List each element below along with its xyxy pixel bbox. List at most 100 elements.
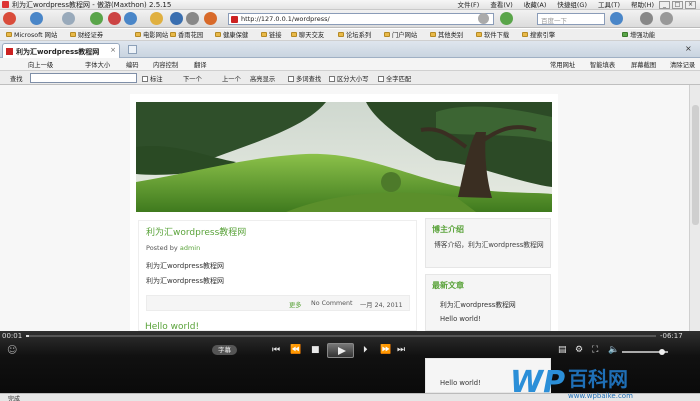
tool-encoding[interactable]: 编码 [126,60,139,69]
maximize-button[interactable]: □ [672,1,683,9]
sidebar-recent-widget: 最新文章 利为汇wordpress教程网 Hello world! [425,274,551,331]
maxthon-logo-icon[interactable] [3,12,16,25]
app-icon [2,1,9,8]
address-url: http://127.0.0.1/wordpress/ [241,15,330,23]
subtitle-button[interactable]: 字幕 [212,345,237,355]
status-text: 完成 [8,396,21,401]
bookmark-item[interactable]: 财经证券 [70,30,103,39]
skip-forward-icon[interactable]: ⏭ [397,345,405,355]
volume-icon[interactable]: 🔈 [608,345,619,355]
tool-autofill[interactable]: 智能填表 [590,60,615,69]
address-bar[interactable]: http://127.0.0.1/wordpress/ [228,13,494,25]
comments-link[interactable]: No Comment [311,300,352,307]
checkbox-icon [288,76,294,82]
back-icon[interactable] [30,12,43,25]
page-icon[interactable] [186,12,199,25]
menu-favorites[interactable]: 收藏(A) [524,0,547,10]
bookmark-item[interactable]: 搜索引擎 [522,30,555,39]
tool-screenshot[interactable]: 屏幕截图 [631,60,656,69]
tool-up-level[interactable]: 向上一级 [28,60,53,69]
find-prev-button[interactable]: 上一个 [222,74,241,83]
post-card-2: Hello world! [138,322,417,331]
bookmark-item[interactable]: 软件下载 [476,30,509,39]
menu-help[interactable]: 帮助(H) [631,0,654,10]
bookmark-item[interactable]: Microsoft 网站 [6,30,57,39]
bookmark-item[interactable]: 电影网站 [135,30,168,39]
menu-bar: 文件(F) 查看(V) 收藏(A) 快捷组(G) 工具(T) 帮助(H) [458,0,655,10]
settings-icon[interactable]: ⚙ [575,345,583,355]
fullscreen-icon[interactable]: ⛶ [592,345,598,355]
minimize-button[interactable]: _ [659,1,670,9]
bookmark-item[interactable]: 链接 [261,30,282,39]
seek-bar[interactable] [26,335,656,337]
bookmark-item[interactable]: 香雨花园 [170,30,203,39]
search-go-icon[interactable] [610,12,623,25]
tools-icon[interactable] [204,12,217,25]
post-meta: Posted by admin [146,244,200,252]
find-mark-option[interactable]: 标注 [142,74,163,83]
playlist-icon[interactable]: ▤ [558,345,567,355]
tool-translate[interactable]: 翻译 [194,60,207,69]
close-tab-icon[interactable]: × [685,44,692,53]
favorites-icon[interactable] [150,12,163,25]
skip-back-icon[interactable]: ⏮ [272,345,280,355]
more-link[interactable]: 更多 [289,300,302,309]
tab-close-icon[interactable]: × [110,46,116,54]
find-next-button[interactable]: 下一个 [183,74,202,83]
rewind-icon[interactable]: ⏪ [290,345,301,355]
post-title[interactable]: Hello world! [138,322,417,331]
recent-post-link[interactable]: Hello world! [440,379,481,387]
step-forward-icon[interactable]: ⏵ [363,345,368,355]
post-footer: 更多 No Comment 一月 24, 2011 [146,295,410,311]
stop-icon[interactable]: ■ [311,345,320,355]
elapsed-time: 00:01 [2,332,23,340]
history-clock-icon[interactable] [170,12,183,25]
recent-post-link[interactable]: Hello world! [440,315,481,323]
mail-icon[interactable] [640,12,653,25]
menu-view[interactable]: 查看(V) [490,0,513,10]
tool-content-control[interactable]: 内容控制 [153,60,178,69]
find-multi-option[interactable]: 多词查找 [288,74,321,83]
vertical-scrollbar[interactable] [689,85,700,331]
settings-icon[interactable] [660,12,673,25]
scrollbar-thumb[interactable] [692,105,699,225]
tool-font-size[interactable]: 字体大小 [85,60,110,69]
folder-icon [261,32,267,37]
play-button[interactable] [327,343,354,358]
tab-active[interactable]: 利为汇wordpress教程网 × [2,43,120,58]
main-toolbar: http://127.0.0.1/wordpress/ 百度一下 [0,10,700,28]
home-icon[interactable] [124,12,137,25]
find-whole-option[interactable]: 全字匹配 [378,74,411,83]
find-case-option[interactable]: 区分大小写 [329,74,368,83]
post-title[interactable]: 利为汇wordpress教程网 [146,225,246,238]
bookmark-item[interactable]: 门户网站 [384,30,417,39]
menu-groups[interactable]: 快捷组(G) [557,0,587,10]
search-placeholder: 百度一下 [541,17,567,25]
volume-slider[interactable] [622,349,668,355]
bookmark-item[interactable]: 增强功能 [622,30,655,39]
watermark-url: www.wpbaike.com [568,392,633,400]
post-author[interactable]: admin [180,244,200,252]
recent-post-link[interactable]: 利为汇wordpress教程网 [440,299,516,309]
find-highlight-button[interactable]: 高亮显示 [250,74,275,83]
tool-common-sites[interactable]: 常用网址 [550,60,575,69]
bookmark-item[interactable]: 聊天交友 [291,30,324,39]
stop-icon[interactable] [108,12,121,25]
bookmark-item[interactable]: 论坛系列 [338,30,371,39]
volume-knob[interactable] [659,349,666,355]
new-tab-button[interactable] [128,45,137,54]
fast-forward-icon[interactable]: ⏩ [380,345,391,355]
tab-favicon-icon [6,48,13,55]
go-icon[interactable] [500,12,513,25]
bookmark-item[interactable]: 健康保健 [215,30,248,39]
find-input[interactable] [30,73,137,83]
bookmark-item[interactable]: 其他类别 [430,30,463,39]
forward-icon[interactable] [62,12,75,25]
refresh-icon[interactable] [90,12,103,25]
close-window-button[interactable]: × [685,1,696,9]
menu-file[interactable]: 文件(F) [458,0,480,10]
menu-tools[interactable]: 工具(T) [598,0,620,10]
search-box[interactable]: 百度一下 [537,13,605,25]
tool-clear-records[interactable]: 清除记录 [670,60,695,69]
users-icon[interactable]: ☺ [7,345,17,356]
